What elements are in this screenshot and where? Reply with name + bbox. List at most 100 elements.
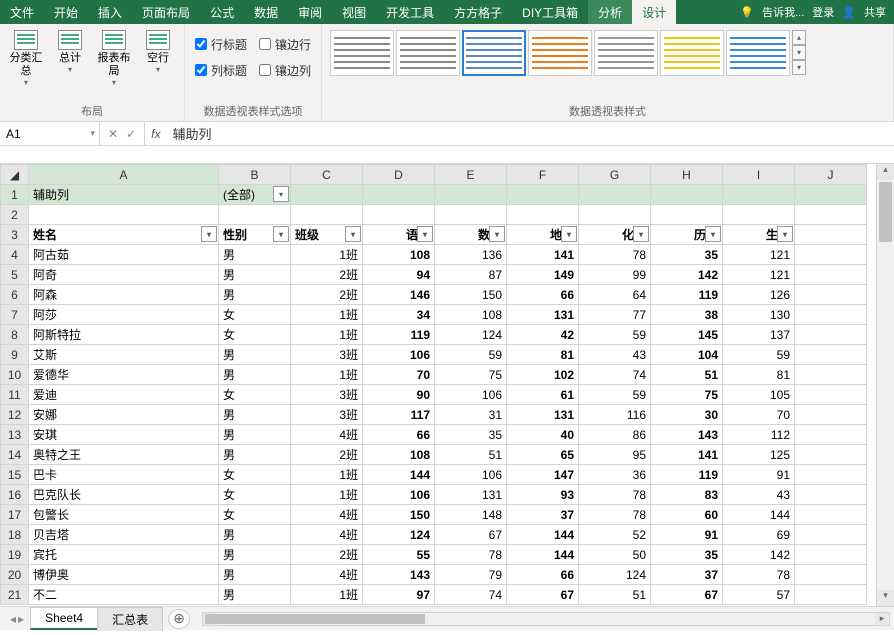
table-row[interactable]: 15巴卡女1班1441061473611991 xyxy=(1,465,867,485)
btn-subtotal[interactable]: 分类汇总▾ xyxy=(6,28,46,101)
hscroll-right[interactable]: ▸ xyxy=(875,613,889,625)
filter-geo[interactable]: ▾ xyxy=(561,226,577,242)
filter-chem[interactable]: ▾ xyxy=(633,226,649,242)
filter-class[interactable]: ▾ xyxy=(345,226,361,242)
filter-bio[interactable]: ▾ xyxy=(777,226,793,242)
chk-col-header[interactable]: 列标题 xyxy=(195,60,247,80)
tellme[interactable]: 告诉我... xyxy=(762,4,804,20)
filter-math[interactable]: ▾ xyxy=(489,226,505,242)
tellme-icon: 💡 xyxy=(740,6,754,19)
share[interactable]: 共享 xyxy=(864,4,886,20)
tab-review[interactable]: 审阅 xyxy=(288,0,332,24)
gallery-up[interactable]: ▴ xyxy=(792,30,806,45)
sheet-table[interactable]: ◢ A B C D E F G H I J 1 辅助列 (全部)▾ 2 xyxy=(0,164,867,605)
tab-square[interactable]: 方方格子 xyxy=(444,0,512,24)
tab-formula[interactable]: 公式 xyxy=(200,0,244,24)
tab-diy[interactable]: DIY工具箱 xyxy=(512,0,588,24)
gallery-more[interactable]: ▾ xyxy=(792,60,806,75)
tab-analyze[interactable]: 分析 xyxy=(588,0,632,24)
style-thumb-7[interactable] xyxy=(726,30,790,76)
tab-view[interactable]: 视图 xyxy=(332,0,376,24)
cancel-icon[interactable]: ✕ xyxy=(108,127,118,141)
table-row[interactable]: 21不二男1班977467516757 xyxy=(1,585,867,605)
login[interactable]: 登录 xyxy=(812,4,834,20)
row-1[interactable]: 1 辅助列 (全部)▾ xyxy=(1,185,867,205)
chk-banded-col[interactable]: 镶边列 xyxy=(259,60,311,80)
table-row[interactable]: 6阿森男2班1461506664119126 xyxy=(1,285,867,305)
chk-banded-row[interactable]: 镶边行 xyxy=(259,34,311,54)
col-E[interactable]: E xyxy=(435,165,507,185)
style-thumb-1[interactable] xyxy=(330,30,394,76)
tab-dev[interactable]: 开发工具 xyxy=(376,0,444,24)
scroll-thumb-v[interactable] xyxy=(879,182,892,242)
table-row[interactable]: 8阿斯特拉女1班1191244259145137 xyxy=(1,325,867,345)
tab-file[interactable]: 文件 xyxy=(0,0,44,24)
tab-insert[interactable]: 插入 xyxy=(88,0,132,24)
table-row[interactable]: 18贝吉塔男4班12467144529169 xyxy=(1,525,867,545)
chk-row-header[interactable]: 行标题 xyxy=(195,34,247,54)
table-row[interactable]: 20博伊奥男4班14379661243778 xyxy=(1,565,867,585)
group-layout: 分类汇总▾ 总计▾ 报表布局▾ 空行▾ 布局 xyxy=(0,24,185,121)
table-row[interactable]: 16巴克队长女1班10613193788343 xyxy=(1,485,867,505)
tab-home[interactable]: 开始 xyxy=(44,0,88,24)
tab-design[interactable]: 设计 xyxy=(632,0,676,24)
gallery-down[interactable]: ▾ xyxy=(792,45,806,60)
style-thumb-6[interactable] xyxy=(660,30,724,76)
select-all[interactable]: ◢ xyxy=(1,165,29,185)
col-F[interactable]: F xyxy=(507,165,579,185)
group-styles-label: 数据透视表样式 xyxy=(328,101,887,119)
horizontal-scrollbar[interactable]: ◂ ▸ xyxy=(202,612,890,626)
table-row[interactable]: 17包警长女4班150148377860144 xyxy=(1,505,867,525)
col-J[interactable]: J xyxy=(795,165,867,185)
style-thumb-5[interactable] xyxy=(594,30,658,76)
btn-report-layout[interactable]: 报表布局▾ xyxy=(94,28,134,101)
col-G[interactable]: G xyxy=(579,165,651,185)
btn-grand-total[interactable]: 总计▾ xyxy=(50,28,90,101)
vertical-scrollbar[interactable]: ▴ ▾ xyxy=(876,164,894,606)
formula-input[interactable] xyxy=(166,122,894,145)
style-thumb-3[interactable] xyxy=(462,30,526,76)
fx-icon[interactable]: fx xyxy=(145,122,166,145)
table-row[interactable]: 7阿莎女1班341081317738130 xyxy=(1,305,867,325)
col-C[interactable]: C xyxy=(291,165,363,185)
col-B[interactable]: B xyxy=(219,165,291,185)
col-H[interactable]: H xyxy=(651,165,723,185)
row-2[interactable]: 2 xyxy=(1,205,867,225)
row-3[interactable]: 3 姓名▾ 性别▾ 班级▾ 语文▾ 数学▾ 地理▾ 化学▾ 历史▾ 生物▾ xyxy=(1,225,867,245)
name-box[interactable]: A1 xyxy=(0,122,100,145)
filter-sex[interactable]: ▾ xyxy=(273,226,289,242)
enter-icon[interactable]: ✓ xyxy=(126,127,136,141)
tab-layout[interactable]: 页面布局 xyxy=(132,0,200,24)
sheet-tab-sheet4[interactable]: Sheet4 xyxy=(30,607,98,630)
table-row[interactable]: 9艾斯男3班10659814310459 xyxy=(1,345,867,365)
col-I[interactable]: I xyxy=(723,165,795,185)
table-row[interactable]: 14奥特之王男2班108516595141125 xyxy=(1,445,867,465)
table-row[interactable]: 12安娜男3班117311311163070 xyxy=(1,405,867,425)
sheet-tab-summary[interactable]: 汇总表 xyxy=(97,607,163,631)
table-row[interactable]: 19宾托男2班55781445035142 xyxy=(1,545,867,565)
scroll-thumb-h[interactable] xyxy=(205,614,425,624)
table-row[interactable]: 13安琪男4班66354086143112 xyxy=(1,425,867,445)
add-sheet-button[interactable]: ⊕ xyxy=(168,609,190,629)
style-thumb-4[interactable] xyxy=(528,30,592,76)
table-row[interactable]: 5阿奇男2班948714999142121 xyxy=(1,265,867,285)
sheet-nav-prev[interactable]: ◂ xyxy=(10,612,16,626)
table-row[interactable]: 11爱迪女3班90106615975105 xyxy=(1,385,867,405)
table-row[interactable]: 4阿古茹男1班1081361417835121 xyxy=(1,245,867,265)
btn-blank-rows[interactable]: 空行▾ xyxy=(138,28,178,101)
share-icon: 👤 xyxy=(842,6,856,19)
tab-data[interactable]: 数据 xyxy=(244,0,288,24)
scroll-down[interactable]: ▾ xyxy=(877,590,894,606)
filter-aux[interactable]: ▾ xyxy=(273,186,289,202)
scroll-up[interactable]: ▴ xyxy=(877,164,894,180)
sheet-nav-next[interactable]: ▸ xyxy=(18,612,24,626)
col-D[interactable]: D xyxy=(363,165,435,185)
filter-hist[interactable]: ▾ xyxy=(705,226,721,242)
filter-yuwen[interactable]: ▾ xyxy=(417,226,433,242)
col-A[interactable]: A xyxy=(29,165,219,185)
grid: ◢ A B C D E F G H I J 1 辅助列 (全部)▾ 2 xyxy=(0,164,894,606)
table-row[interactable]: 10爱德华男1班7075102745181 xyxy=(1,365,867,385)
style-gallery: ▴ ▾ ▾ xyxy=(328,28,808,101)
style-thumb-2[interactable] xyxy=(396,30,460,76)
filter-name[interactable]: ▾ xyxy=(201,226,217,242)
